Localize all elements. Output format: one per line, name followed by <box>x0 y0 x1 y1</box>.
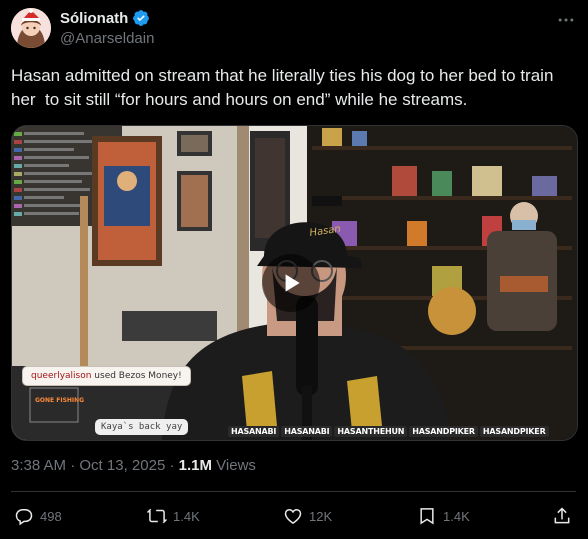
kaya-label: Kaya`s back yay <box>95 419 189 435</box>
avatar[interactable] <box>11 8 51 48</box>
action-bar: 498 1.4K 12K 1.4K <box>0 504 588 528</box>
meta-separator: · <box>165 457 179 474</box>
social-handle: HASANABI <box>228 426 280 437</box>
play-icon <box>285 274 300 292</box>
bookmark-icon <box>420 508 434 525</box>
reply-count: 498 <box>40 508 62 524</box>
author-handle[interactable]: @Anarseldain <box>60 30 154 47</box>
author-name-row[interactable]: Sólionath <box>60 8 150 28</box>
reply-icon <box>15 509 33 526</box>
repost-icon <box>147 508 167 524</box>
repost-button[interactable]: 1.4K <box>147 504 200 528</box>
repost-count: 1.4K <box>173 508 200 524</box>
views-label: Views <box>212 457 256 474</box>
tweet-meta: 3:38 AM · Oct 13, 2025 · 1.1M Views <box>11 457 256 474</box>
bookmark-button[interactable]: 1.4K <box>417 504 470 528</box>
chat-notice: queerlyalison used Bezos Money! <box>22 366 191 386</box>
video-player[interactable]: Hasan GONE FISHING queerlyalison used Be… <box>11 125 578 441</box>
tweet-text: Hasan admitted on stream that he literal… <box>11 66 559 109</box>
play-button[interactable] <box>262 254 320 312</box>
bookmark-count: 1.4K <box>443 508 470 524</box>
verified-icon <box>133 10 150 26</box>
share-button[interactable] <box>552 504 572 528</box>
meta-separator: · <box>66 457 80 474</box>
share-icon <box>554 507 570 524</box>
like-button[interactable]: 12K <box>283 504 332 528</box>
display-name[interactable]: Sólionath <box>60 10 128 27</box>
social-handle: HASANDPIKER <box>479 426 549 437</box>
like-count: 12K <box>309 508 333 524</box>
like-icon <box>284 508 302 524</box>
social-handle: HASANTHEHUN <box>334 426 408 437</box>
chat-action: used Bezos Money! <box>91 371 182 381</box>
tweet-date[interactable]: Oct 13, 2025 <box>79 457 165 474</box>
social-handle: HASANABI <box>281 426 333 437</box>
social-handle: HASANDPIKER <box>409 426 478 437</box>
social-handles-bar: HASANABI HASANABI HASANTHEHUN HASANDPIKE… <box>228 426 549 437</box>
more-icon[interactable] <box>556 10 576 30</box>
chat-username: queerlyalison <box>31 371 92 381</box>
divider <box>11 491 576 492</box>
views-count: 1.1M <box>178 457 212 474</box>
gone-fishing-text: GONE FISHING <box>35 397 84 404</box>
tweet-time[interactable]: 3:38 AM <box>11 457 66 474</box>
reply-button[interactable]: 498 <box>14 504 62 528</box>
